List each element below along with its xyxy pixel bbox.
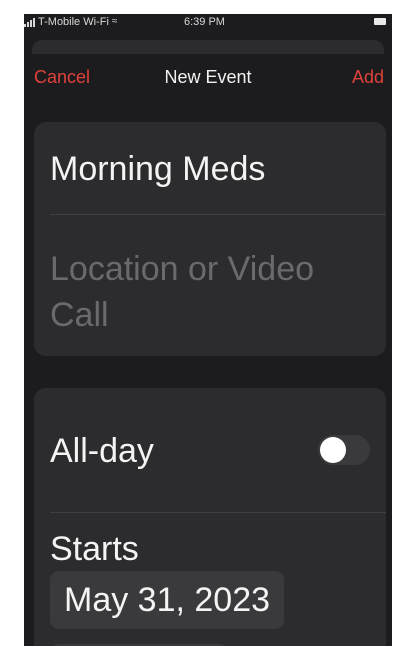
status-left: T-Mobile Wi-Fi ≈: [24, 14, 117, 30]
nav-bar: Cancel New Event Add: [24, 54, 392, 98]
all-day-label: All-day: [50, 432, 154, 470]
start-time-button[interactable]: [50, 644, 228, 646]
event-title-input[interactable]: [50, 150, 370, 189]
divider: [50, 214, 386, 215]
divider: [50, 512, 386, 513]
event-details-card: Location or Video Call: [34, 122, 386, 356]
status-time: 6:39 PM: [184, 16, 225, 28]
location-input[interactable]: Location or Video Call: [50, 246, 350, 338]
carrier-label: T-Mobile Wi-Fi: [38, 16, 109, 28]
page-title: New Event: [164, 67, 252, 87]
starts-label: Starts: [50, 530, 139, 568]
event-time-card: All-day Starts May 31, 2023: [34, 388, 386, 646]
toggle-knob: [320, 437, 346, 463]
add-button[interactable]: Add: [352, 67, 384, 88]
battery-icon: [374, 18, 386, 25]
start-date-button[interactable]: May 31, 2023: [50, 571, 285, 629]
all-day-toggle[interactable]: [318, 435, 370, 465]
phone-screen: T-Mobile Wi-Fi ≈ 6:39 PM Cancel New Even…: [24, 14, 392, 646]
wifi-icon: ≈: [111, 16, 118, 27]
signal-icon: [24, 17, 35, 27]
status-bar: T-Mobile Wi-Fi ≈ 6:39 PM: [24, 14, 392, 30]
